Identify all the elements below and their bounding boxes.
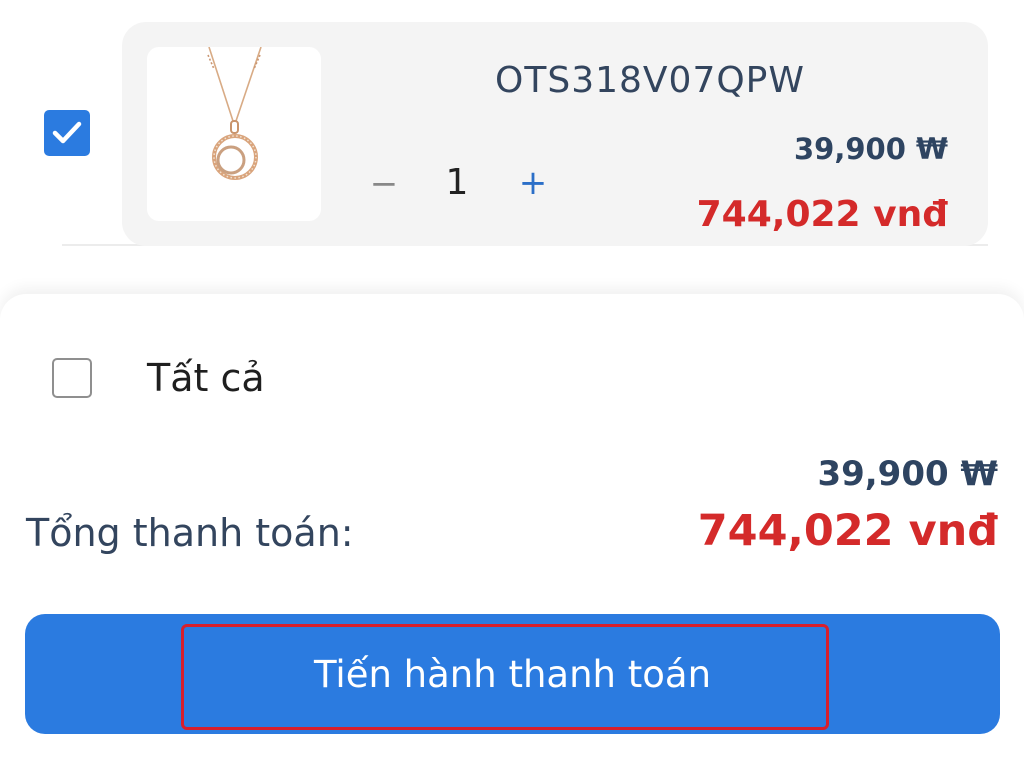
item-price-vnd: 744,022 vnđ	[696, 194, 948, 235]
total-price-vnd: 744,022 vnđ	[697, 506, 998, 556]
checkout-button[interactable]: Tiến hành thanh toán	[25, 614, 1000, 734]
product-code: OTS318V07QPW	[495, 60, 805, 101]
minus-icon: −	[369, 164, 399, 204]
quantity-value: 1	[445, 162, 469, 203]
select-all-label[interactable]: Tất cả	[147, 356, 265, 400]
plus-icon: +	[518, 163, 548, 203]
check-icon	[52, 121, 82, 144]
increase-quantity-button[interactable]: +	[518, 163, 548, 203]
total-price-krw: 39,900 ₩	[817, 454, 998, 494]
cart-item-area: OTS318V07QPW − 1 + 39,900 ₩ 744,022 vnđ	[0, 0, 1024, 300]
checkout-button-label: Tiến hành thanh toán	[313, 652, 712, 696]
total-label: Tổng thanh toán:	[26, 511, 354, 555]
cart-item-card: OTS318V07QPW − 1 + 39,900 ₩ 744,022 vnđ	[122, 22, 988, 246]
checkout-summary-panel: Tất cả 39,900 ₩ Tổng thanh toán: 744,022…	[0, 294, 1024, 764]
item-price-krw: 39,900 ₩	[794, 132, 948, 166]
item-checkbox[interactable]	[44, 110, 90, 156]
select-all-checkbox[interactable]	[52, 358, 92, 398]
decrease-quantity-button[interactable]: −	[369, 164, 399, 204]
